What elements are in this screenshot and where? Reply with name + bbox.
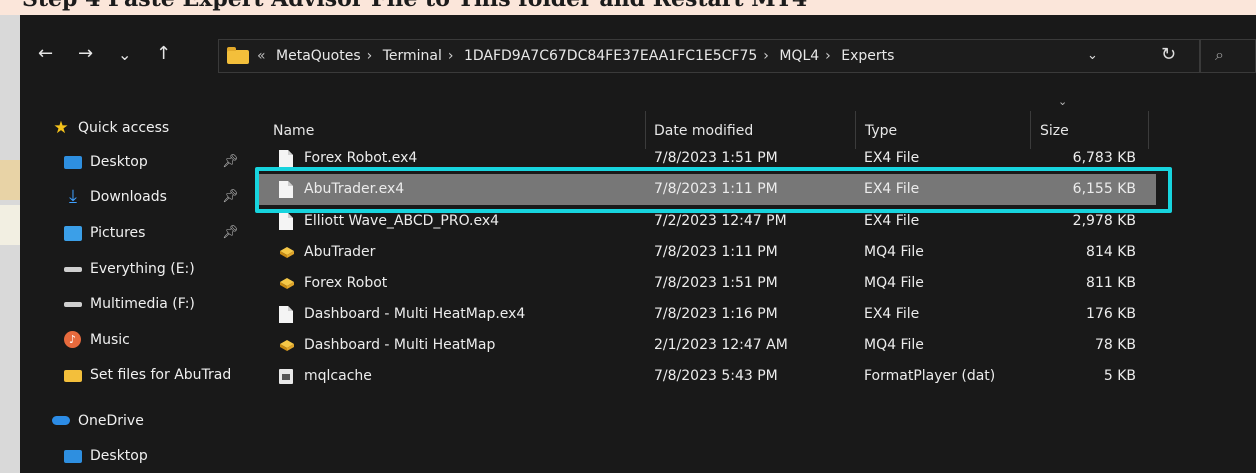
file-name: Dashboard - Multi HeatMap.ex4 <box>304 306 526 322</box>
file-name: Forex Robot <box>304 275 388 291</box>
star-icon: ★ <box>53 118 69 138</box>
mq4-icon <box>278 274 294 293</box>
breadcrumb-experts[interactable]: Experts <box>841 48 894 64</box>
file-row[interactable]: Forex Robot 7/8/2023 1:51 PM MQ4 File 811 K… <box>256 268 1156 299</box>
chevron-right-icon[interactable]: › <box>448 48 454 64</box>
sidebar-item-desktop[interactable]: Desktop 📌︎ <box>64 148 239 176</box>
file-date-modified: 7/8/2023 1:11 PM <box>654 244 778 260</box>
file-date-modified: 7/8/2023 1:51 PM <box>654 275 778 291</box>
file-type: MQ4 File <box>864 337 924 353</box>
file-name: Dashboard - Multi HeatMap <box>304 337 496 353</box>
file-date-modified: 7/8/2023 5:43 PM <box>654 368 778 384</box>
music-icon: ♪ <box>64 331 81 348</box>
chevron-down-icon[interactable]: ⌄ <box>1087 48 1098 63</box>
breadcrumb-terminal[interactable]: Terminal <box>383 48 442 64</box>
file-name: mqlcache <box>304 368 372 384</box>
pin-icon: 📌︎ <box>222 154 239 169</box>
pin-icon: 📌︎ <box>222 225 239 240</box>
sidebar-item-pictures[interactable]: Pictures 📌︎ <box>64 219 239 247</box>
up-button[interactable]: ↑ <box>156 43 171 64</box>
column-header-date-modified[interactable]: Date modified <box>654 123 753 139</box>
desktop-icon <box>64 156 82 169</box>
breadcrumb-overflow[interactable]: « <box>257 48 266 64</box>
breadcrumb-metaquotes[interactable]: MetaQuotes <box>276 48 361 64</box>
file-size: 814 KB <box>1086 244 1136 260</box>
chevron-right-icon[interactable]: › <box>367 48 373 64</box>
drive-icon <box>64 267 82 272</box>
chevron-right-icon[interactable]: › <box>763 48 769 64</box>
dat-icon <box>278 367 294 386</box>
download-icon: ⤓ <box>69 186 77 207</box>
folder-icon <box>64 370 82 382</box>
desktop-icon <box>64 450 82 463</box>
file-row[interactable]: AbuTrader 7/8/2023 1:11 PM MQ4 File 814 KB <box>256 237 1156 268</box>
address-bar[interactable]: « MetaQuotes › Terminal › 1DAFD9A7C67DC84F… <box>218 39 1200 73</box>
file-row[interactable]: Dashboard - Multi HeatMap.ex4 7/8/2023 1:… <box>256 299 1156 330</box>
cloud-icon <box>52 416 70 425</box>
breadcrumb-mql4[interactable]: MQL4 <box>779 48 819 64</box>
file-size: 78 KB <box>1094 337 1136 353</box>
search-icon: ⌕ <box>1215 45 1224 64</box>
chevron-right-icon[interactable]: › <box>825 48 831 64</box>
file-row[interactable]: mqlcache 7/8/2023 5:43 PM FormatPlayer (da… <box>256 361 1156 392</box>
sort-indicator-icon: ⌄ <box>1058 95 1068 108</box>
pictures-icon <box>64 226 82 241</box>
column-header-type[interactable]: Type <box>865 123 897 139</box>
file-type: FormatPlayer (dat) <box>864 368 996 384</box>
file-type: EX4 File <box>864 306 920 322</box>
file-name: AbuTrader <box>304 244 376 260</box>
file-date-modified: 7/8/2023 1:16 PM <box>654 306 778 322</box>
annotation-highlight-box <box>255 167 1172 213</box>
mq4-icon <box>278 243 294 262</box>
refresh-icon[interactable]: ↻ <box>1161 44 1176 65</box>
column-header-size[interactable]: Size <box>1040 123 1069 139</box>
drive-icon <box>64 302 82 307</box>
back-button[interactable]: ← <box>38 43 53 64</box>
file-type: MQ4 File <box>864 275 924 291</box>
file-icon <box>278 212 294 231</box>
mq4-icon <box>278 336 294 355</box>
file-icon <box>278 149 294 168</box>
background-window-strip <box>0 15 20 473</box>
file-size: 176 KB <box>1086 306 1136 322</box>
sidebar-item-downloads[interactable]: ⤓ Downloads 📌︎ <box>64 183 239 211</box>
file-type: MQ4 File <box>864 244 924 260</box>
file-size: 811 KB <box>1086 275 1136 291</box>
search-box[interactable]: ⌕ <box>1200 39 1256 73</box>
recent-locations-button[interactable]: ⌄ <box>118 45 131 64</box>
file-row[interactable]: Dashboard - Multi HeatMap 2/1/2023 12:47 … <box>256 330 1156 361</box>
folder-icon <box>227 47 249 64</box>
column-header-name[interactable]: Name <box>273 123 314 139</box>
forward-button[interactable]: → <box>78 43 93 64</box>
breadcrumb-terminal-id[interactable]: 1DAFD9A7C67DC84FE37EAA1FC1E5CF75 <box>464 48 757 64</box>
file-size: 5 KB <box>1103 368 1136 384</box>
tutorial-heading: Step 4 Paste Expert Advisor File to This… <box>22 0 807 16</box>
sidebar-item-set-files-folder[interactable]: Set files for AbuTrad <box>64 361 234 389</box>
file-date-modified: 2/1/2023 12:47 AM <box>654 337 788 353</box>
file-explorer-window: ← → ⌄ ↑ « MetaQuotes › Terminal › 1DAFD9A7… <box>20 15 1256 473</box>
pin-icon: 📌︎ <box>222 189 239 204</box>
breadcrumb: « MetaQuotes › Terminal › 1DAFD9A7C67DC84F… <box>257 48 900 64</box>
file-icon <box>278 305 294 324</box>
